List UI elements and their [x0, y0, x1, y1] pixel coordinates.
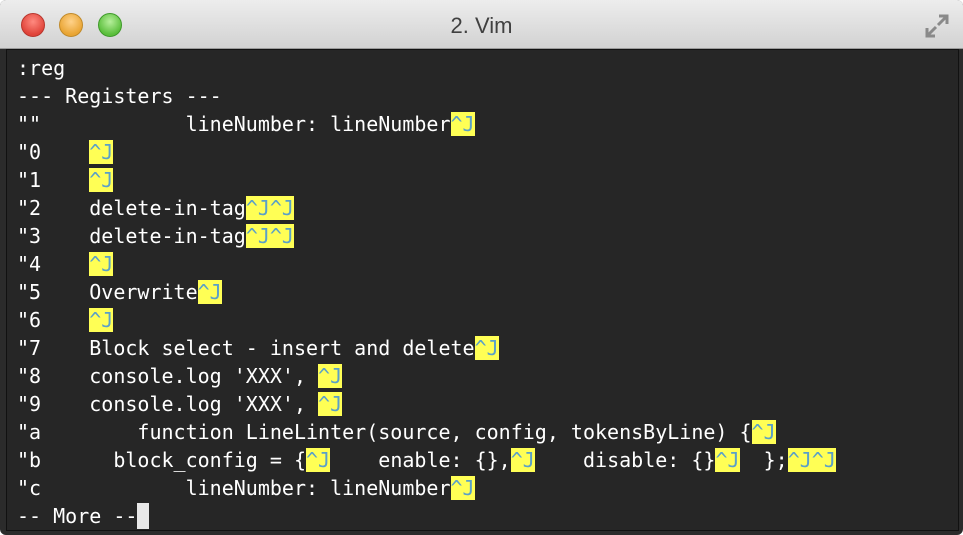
control-char: ^J: [751, 420, 776, 444]
register-name: "6: [17, 308, 42, 332]
register-row: "5 Overwrite^J: [17, 278, 222, 306]
register-row: "2 delete-in-tag^J^J: [17, 194, 294, 222]
register-row: "c lineNumber: lineNumber^J: [17, 474, 475, 502]
register-content: console.log 'XXX',: [89, 364, 319, 388]
register-name: "0: [17, 140, 42, 164]
register-row: "4 ^J: [17, 250, 114, 278]
register-row: "3 delete-in-tag^J^J: [17, 222, 294, 250]
register-row: "a function LineLinter(source, config, t…: [17, 418, 776, 446]
register-name: "": [17, 112, 42, 136]
text-cursor: [137, 503, 150, 529]
register-content: delete-in-tag: [89, 224, 246, 248]
control-char: ^J: [306, 448, 331, 472]
register-content: function LineLinter(source, config, toke…: [89, 420, 752, 444]
control-char: ^J: [450, 476, 475, 500]
command-line: :reg: [17, 56, 66, 80]
register-row: "7 Block select - insert and delete^J: [17, 334, 499, 362]
register-content: Block select - insert and delete: [89, 336, 475, 360]
register-name: "a: [17, 420, 42, 444]
register-content: delete-in-tag: [89, 196, 246, 220]
control-char: ^J: [89, 308, 114, 332]
register-content: lineNumber: lineNumber: [89, 476, 451, 500]
control-char: ^J: [89, 140, 114, 164]
register-name: "5: [17, 280, 42, 304]
register-content: console.log 'XXX',: [89, 392, 319, 416]
register-row: "9 console.log 'XXX', ^J: [17, 390, 343, 418]
register-content-part: };: [739, 448, 788, 472]
control-char: ^J^J: [245, 224, 294, 248]
register-content: block_config = {: [89, 448, 307, 472]
control-char: ^J^J: [787, 448, 836, 472]
register-content-part: disable: {}: [534, 448, 716, 472]
window-title: 2. Vim: [450, 13, 513, 38]
register-row: "6 ^J: [17, 306, 114, 334]
register-name: "8: [17, 364, 42, 388]
vim-window: 2. Vim :reg --- Registers --- "" lineNum…: [0, 0, 963, 535]
register-name: "2: [17, 196, 42, 220]
register-name: "b: [17, 448, 42, 472]
control-char: ^J: [510, 448, 535, 472]
control-char: ^J: [197, 280, 222, 304]
register-name: "3: [17, 224, 42, 248]
register-row: "" lineNumber: lineNumber^J: [17, 110, 475, 138]
control-char: ^J^J: [245, 196, 294, 220]
terminal-area[interactable]: :reg --- Registers --- "" lineNumber: li…: [6, 49, 959, 531]
register-content-part: enable: {},: [330, 448, 511, 472]
register-name: "7: [17, 336, 42, 360]
control-char: ^J: [715, 448, 740, 472]
control-char: ^J: [89, 168, 114, 192]
register-name: "c: [17, 476, 42, 500]
register-name: "4: [17, 252, 42, 276]
register-row: "8 console.log 'XXX', ^J: [17, 362, 343, 390]
control-char: ^J: [318, 392, 343, 416]
control-char: ^J: [450, 112, 475, 136]
control-char: ^J: [474, 336, 499, 360]
more-prompt: -- More --: [17, 504, 138, 528]
control-char: ^J: [318, 364, 343, 388]
title-bar[interactable]: 2. Vim: [0, 0, 963, 49]
register-content: Overwrite: [89, 280, 198, 304]
registers-header: --- Registers ---: [17, 84, 222, 108]
register-name: "9: [17, 392, 42, 416]
register-content: lineNumber: lineNumber: [89, 112, 451, 136]
register-name: "1: [17, 168, 42, 192]
fullscreen-arrows-icon[interactable]: [923, 12, 951, 40]
register-row: "0 ^J: [17, 138, 114, 166]
register-row: "1 ^J: [17, 166, 114, 194]
control-char: ^J: [89, 252, 114, 276]
more-prompt-line: -- More --: [17, 502, 150, 530]
register-row: "b block_config = {^J enable: {},^J disa…: [17, 446, 836, 474]
